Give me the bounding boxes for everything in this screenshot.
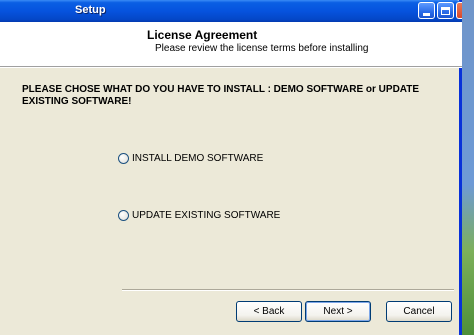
setup-window: Setup License Agreement Please review th… [0, 0, 462, 335]
maximize-icon [441, 6, 450, 15]
option-update-existing[interactable]: UPDATE EXISTING SOFTWARE [118, 210, 280, 221]
header-subtitle: Please review the license terms before i… [155, 43, 369, 54]
back-button[interactable]: < Back [236, 301, 302, 322]
next-button[interactable]: Next > [305, 301, 371, 322]
button-separator [122, 289, 454, 291]
header-divider [0, 67, 462, 68]
window-title: Setup [75, 4, 106, 16]
install-prompt: PLEASE CHOSE WHAT DO YOU HAVE TO INSTALL… [22, 84, 420, 107]
close-button[interactable] [456, 2, 462, 19]
option-update-existing-label: UPDATE EXISTING SOFTWARE [132, 210, 281, 221]
cancel-button[interactable]: Cancel [386, 301, 452, 322]
minimize-button[interactable] [418, 2, 435, 19]
maximize-button[interactable] [437, 2, 454, 19]
radio-install-demo[interactable] [118, 153, 129, 164]
header-title: License Agreement [147, 28, 258, 42]
wizard-header: License Agreement Please review the lice… [0, 22, 462, 67]
radio-update-existing[interactable] [118, 210, 129, 221]
option-install-demo-label: INSTALL DEMO SOFTWARE [132, 153, 264, 164]
option-install-demo[interactable]: INSTALL DEMO SOFTWARE [118, 153, 263, 164]
minimize-icon [423, 12, 430, 16]
title-bar[interactable]: Setup [0, 0, 462, 22]
